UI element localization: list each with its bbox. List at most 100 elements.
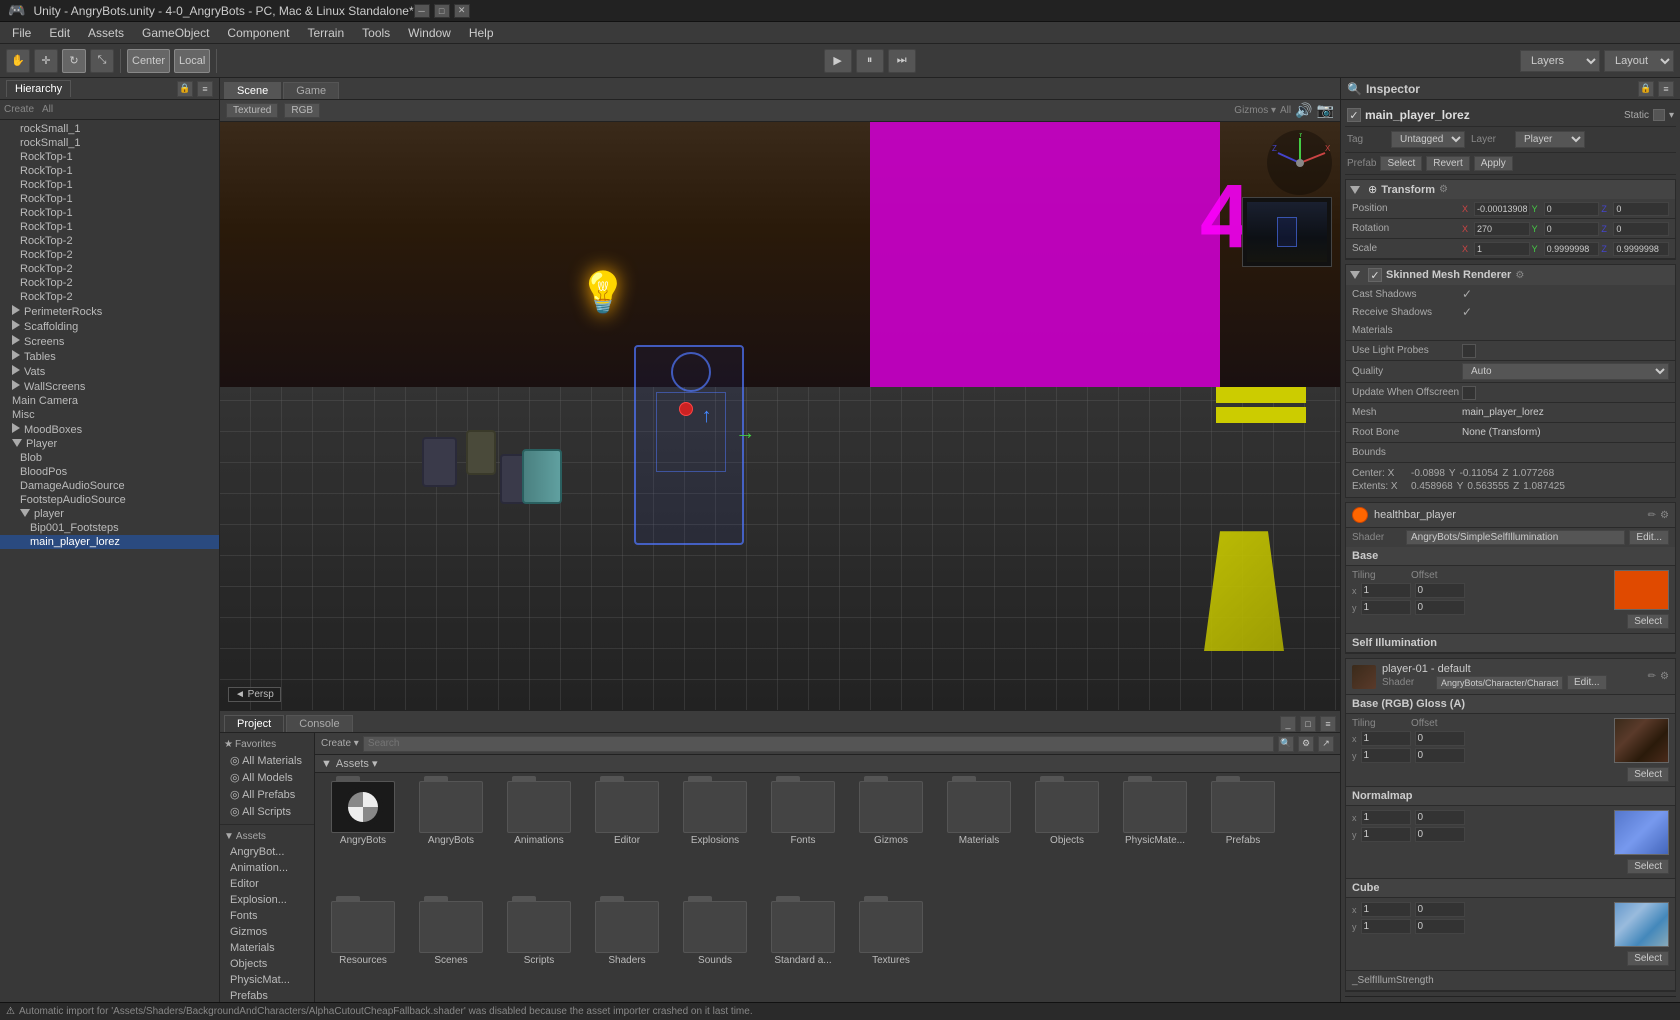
menu-edit[interactable]: Edit	[41, 24, 78, 42]
normal-offset-y[interactable]	[1415, 827, 1465, 842]
list-item[interactable]: RockTop-2	[0, 234, 219, 248]
assets-section-header[interactable]: ▼ Assets	[220, 829, 314, 844]
cube-offset-x[interactable]	[1415, 902, 1465, 917]
transform-settings-icon[interactable]: ⚙	[1439, 184, 1448, 195]
rot-x-input[interactable]	[1474, 222, 1530, 236]
persp-button[interactable]: ◄ Persp	[228, 687, 281, 702]
list-item[interactable]: Bip001_Footsteps	[0, 521, 219, 535]
step-button[interactable]: ⏭	[888, 49, 916, 73]
transform-header[interactable]: ⊕ Transform ⚙	[1346, 180, 1675, 199]
char-tex-select-button[interactable]: Select	[1627, 767, 1669, 782]
folder-angrybots-unity[interactable]: AngryBots	[323, 781, 403, 893]
maximize-panel-button[interactable]: □	[1300, 716, 1316, 732]
folder-standard[interactable]: Standard a...	[763, 901, 843, 1013]
cube-offset-y[interactable]	[1415, 919, 1465, 934]
quality-dropdown[interactable]: Auto	[1462, 363, 1669, 380]
base-color-swatch[interactable]	[1614, 570, 1669, 610]
menu-help[interactable]: Help	[461, 24, 502, 42]
hierarchy-scaffolding-item[interactable]: Scaffolding	[0, 319, 219, 334]
scale-x-input[interactable]	[1474, 242, 1530, 256]
cube-select-button[interactable]: Select	[1627, 951, 1669, 966]
folder-objects[interactable]: Objects	[1027, 781, 1107, 893]
folder-fonts[interactable]: Fonts	[763, 781, 843, 893]
skinned-mesh-header[interactable]: ✓ Skinned Mesh Renderer ⚙	[1346, 265, 1675, 285]
close-button[interactable]: ✕	[454, 4, 470, 18]
move-tool-button[interactable]: ✛	[34, 49, 58, 73]
local-global-button[interactable]: Local	[174, 49, 210, 73]
normal-offset-x[interactable]	[1415, 810, 1465, 825]
base-offset-y[interactable]	[1415, 748, 1465, 763]
list-item[interactable]: MoodBoxes	[0, 422, 219, 437]
settings-icon2[interactable]: ⚙	[1660, 510, 1669, 521]
list-item[interactable]: Misc	[0, 408, 219, 422]
healthbar-shader-edit-button[interactable]: Edit...	[1629, 530, 1669, 545]
menu-gameobject[interactable]: GameObject	[134, 24, 217, 42]
assets-explosion-item[interactable]: Explosion...	[220, 892, 314, 908]
edit-icon[interactable]: ✏	[1648, 510, 1656, 521]
list-item[interactable]: RockTop-2	[0, 262, 219, 276]
textured-button[interactable]: Textured	[226, 103, 278, 118]
assets-objects-item[interactable]: Objects	[220, 956, 314, 972]
offset-x-input[interactable]	[1415, 583, 1465, 598]
list-item[interactable]: Screens	[0, 334, 219, 349]
object-active-checkbox[interactable]: ✓	[1347, 108, 1361, 122]
all-materials-item[interactable]: ◎ All Materials	[220, 752, 314, 769]
hierarchy-player-sub-item[interactable]: player	[0, 507, 219, 521]
console-tab[interactable]: Console	[286, 715, 352, 732]
folder-explosions[interactable]: Explosions	[675, 781, 755, 893]
close-panel-button[interactable]: ≡	[1320, 716, 1336, 732]
scale-tool-button[interactable]: ⤡	[90, 49, 114, 73]
list-item[interactable]: Tables	[0, 349, 219, 364]
pos-y-input[interactable]	[1544, 202, 1600, 216]
collapse-button[interactable]: _	[1280, 716, 1296, 732]
create-button[interactable]: ★ Favorites	[220, 737, 314, 752]
list-item[interactable]: RockTop-1	[0, 192, 219, 206]
all-scripts-item[interactable]: ◎ All Scripts	[220, 803, 314, 820]
tag-dropdown[interactable]: Untagged	[1391, 131, 1465, 148]
cube-tiling-y[interactable]	[1361, 919, 1411, 934]
folder-gizmos[interactable]: Gizmos	[851, 781, 931, 893]
assets-gizmos-item[interactable]: Gizmos	[220, 924, 314, 940]
list-item[interactable]: rockSmall_1	[0, 136, 219, 150]
hierarchy-lock-button[interactable]: 🔒	[177, 81, 193, 97]
list-item[interactable]: RockTop-1	[0, 164, 219, 178]
char-texture-thumb[interactable]	[1614, 718, 1669, 763]
folder-textures[interactable]: Textures	[851, 901, 931, 1013]
assets-animations-item[interactable]: Animation...	[220, 860, 314, 876]
folder-physicmate[interactable]: PhysicMate...	[1115, 781, 1195, 893]
offset-y-input[interactable]	[1415, 600, 1465, 615]
menu-assets[interactable]: Assets	[80, 24, 132, 42]
camera-icon[interactable]: 📷	[1317, 102, 1334, 119]
folder-editor[interactable]: Editor	[587, 781, 667, 893]
skinned-settings-icon[interactable]: ⚙	[1515, 270, 1524, 281]
rgb-button[interactable]: RGB	[284, 103, 320, 118]
menu-tools[interactable]: Tools	[354, 24, 398, 42]
rot-y-input[interactable]	[1544, 222, 1600, 236]
game-tab[interactable]: Game	[283, 82, 339, 99]
maximize-button[interactable]: □	[434, 4, 450, 18]
hierarchy-main-player-lorez[interactable]: main_player_lorez	[0, 535, 219, 549]
list-item[interactable]: DamageAudioSource	[0, 479, 219, 493]
player-settings-icon[interactable]: ⚙	[1660, 671, 1669, 682]
rotate-tool-button[interactable]: ↻	[62, 49, 86, 73]
player-shader-edit-button[interactable]: Edit...	[1567, 675, 1607, 690]
proj-expand-btn[interactable]: ↗	[1318, 736, 1334, 752]
assets-angrybots-item[interactable]: AngryBot...	[220, 844, 314, 860]
inspector-menu-btn[interactable]: ≡	[1658, 81, 1674, 97]
pause-button[interactable]: ⏸	[856, 49, 884, 73]
search-button[interactable]: 🔍	[1278, 736, 1294, 752]
base-tiling-x[interactable]	[1361, 731, 1411, 746]
list-item[interactable]: Main Camera	[0, 394, 219, 408]
project-search-input[interactable]	[363, 736, 1274, 752]
menu-window[interactable]: Window	[400, 24, 459, 42]
normal-texture-thumb[interactable]	[1614, 810, 1669, 855]
project-tab[interactable]: Project	[224, 715, 284, 732]
static-dropdown-btn[interactable]: ▾	[1669, 110, 1674, 121]
scale-z-input[interactable]	[1613, 242, 1669, 256]
folder-resources[interactable]: Resources	[323, 901, 403, 1013]
normal-tiling-y[interactable]	[1361, 827, 1411, 842]
folder-prefabs[interactable]: Prefabs	[1203, 781, 1283, 893]
cube-texture-thumb[interactable]	[1614, 902, 1669, 947]
list-item[interactable]: PerimeterRocks	[0, 304, 219, 319]
hierarchy-tab[interactable]: Hierarchy	[6, 80, 71, 97]
